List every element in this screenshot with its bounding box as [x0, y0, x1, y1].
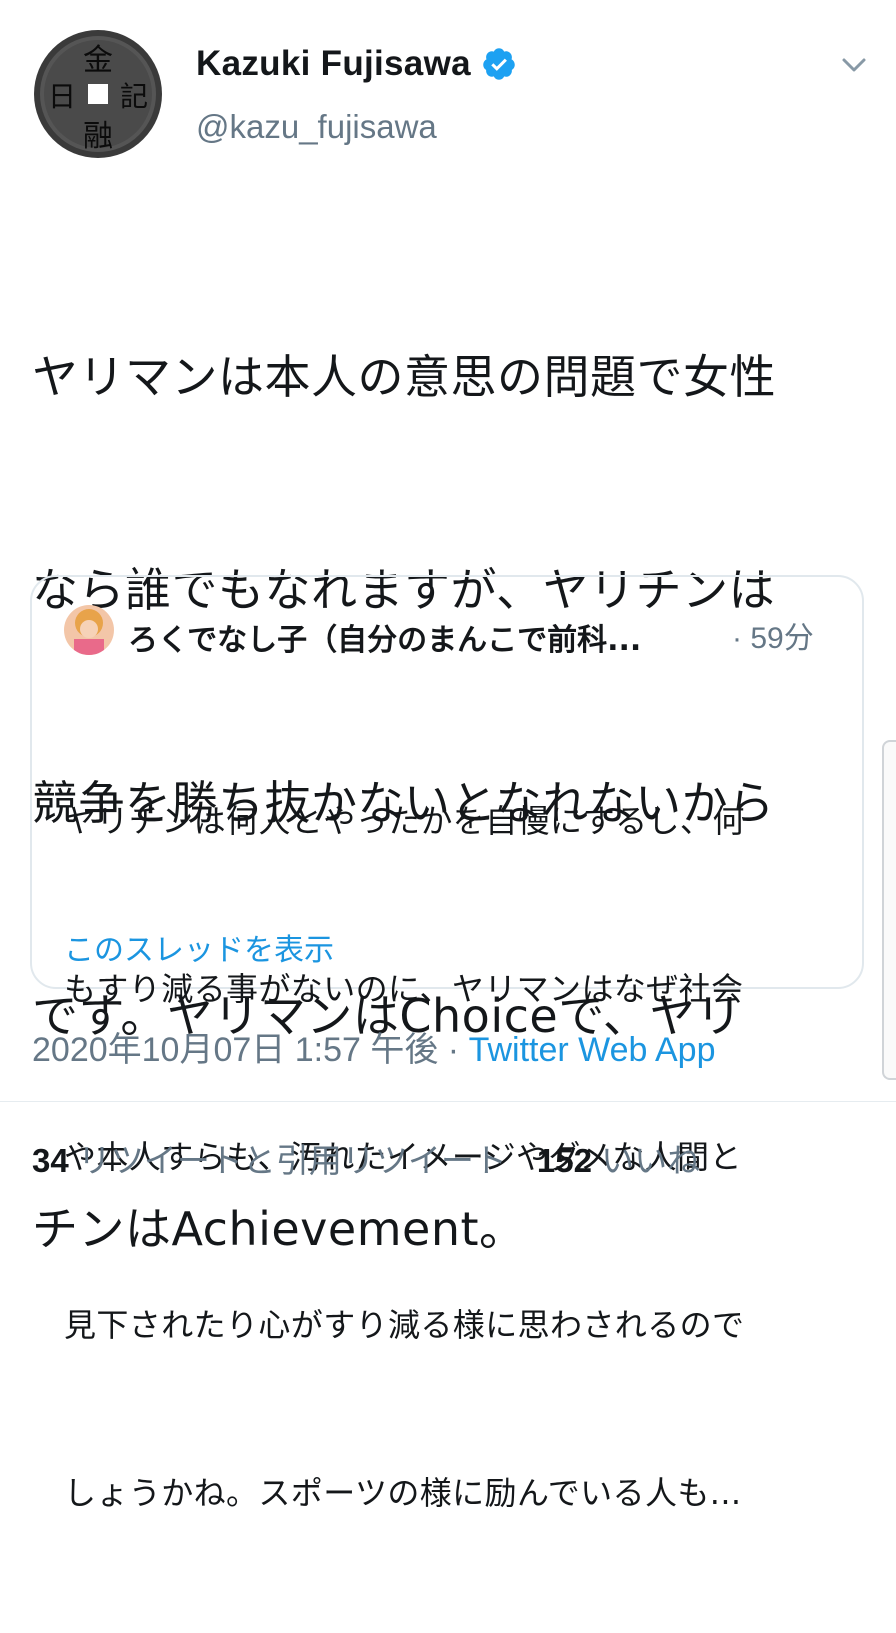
scrollbar-thumb[interactable]	[882, 740, 896, 1080]
quoted-line: ヤリチンは何人とやったかを自慢にするし、何	[64, 802, 745, 840]
quoted-line: しょうかね。スポーツの様に励んでいる人も...	[64, 1474, 742, 1512]
divider	[0, 1101, 896, 1102]
author-name[interactable]: Kazuki Fujisawa	[196, 44, 471, 84]
quoted-author-avatar[interactable]	[64, 605, 114, 655]
tweet-timestamp[interactable]: 2020年10月07日 1:57 午後 ·	[32, 1031, 469, 1069]
tweet-stats: 34 リツイートと引用リツイート 152 いいね	[32, 1134, 700, 1182]
likes-label: いいね	[591, 1142, 701, 1179]
source-app-link[interactable]: Twitter Web App	[469, 1031, 716, 1069]
retweets-count: 34	[32, 1142, 69, 1179]
quoted-line: 見下されたり心がすり減る様に思わされるので	[64, 1306, 745, 1344]
likes-count: 152	[536, 1142, 592, 1179]
tweet-meta: 2020年10月07日 1:57 午後 · Twitter Web App	[32, 1022, 716, 1071]
author-handle[interactable]: @kazu_fujisawa	[196, 108, 437, 146]
avatar-glyph-bottom: 融	[83, 119, 113, 154]
retweets-label: リツイートと引用リツイート	[68, 1142, 507, 1179]
retweets-stat[interactable]: 34 リツイートと引用リツイート	[32, 1142, 507, 1179]
quoted-timestamp[interactable]: · 59分	[732, 613, 814, 657]
avatar-glyph-right: 記	[120, 80, 148, 113]
quoted-author-name[interactable]: ろくでなし子（自分のまんこで前科...	[128, 615, 641, 659]
show-thread-link[interactable]: このスレッドを表示	[64, 925, 334, 969]
avatar-glyph-top: 金	[83, 43, 113, 78]
quoted-tweet-card[interactable]: ろくでなし子（自分のまんこで前科... · 59分 ヤリチンは何人とやったかを自…	[30, 575, 864, 1512]
quoted-line: もすり減る事がないのに、ヤリマンはなぜ社会	[64, 970, 744, 1008]
avatar-glyph-left: 日	[48, 80, 76, 113]
author-name-row[interactable]: Kazuki Fujisawa	[196, 44, 517, 84]
verified-badge-icon	[481, 46, 517, 82]
tweet-line: ヤリマンは本人の意思の問題で女性	[32, 350, 776, 404]
more-options-chevron-down-icon[interactable]	[836, 50, 872, 80]
author-avatar[interactable]: 金 融 日 記	[32, 28, 164, 160]
likes-stat[interactable]: 152 いいね	[537, 1142, 700, 1179]
